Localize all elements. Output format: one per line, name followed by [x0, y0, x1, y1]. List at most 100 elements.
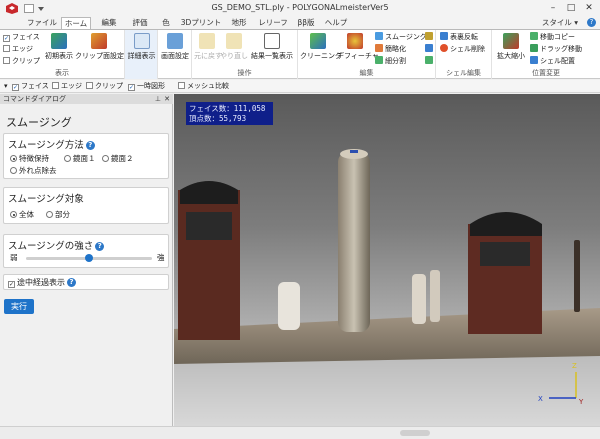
toolbar-clip[interactable]: クリップ	[86, 81, 123, 92]
method-option-feature[interactable]: 特徴保持	[10, 154, 49, 164]
maximize-icon[interactable]: □	[562, 0, 580, 17]
radio-icon[interactable]	[10, 211, 17, 218]
defeature-label: デフィーチャ	[337, 52, 379, 60]
tab-beta[interactable]: ββ版	[295, 17, 317, 29]
minimize-icon[interactable]: –	[544, 0, 562, 17]
target-option-all[interactable]: 全体	[10, 210, 34, 220]
move-copy-button[interactable]: 移動コピー	[530, 32, 575, 42]
edit-tool-1[interactable]	[425, 32, 435, 42]
toolbar-temp-label: 一時図形	[137, 82, 165, 90]
method-title: スムージング方法?	[8, 137, 95, 151]
help-icon[interactable]: ?	[67, 278, 76, 287]
method-option-mirror2[interactable]: 鏡面２	[102, 154, 134, 164]
screen-setting-button[interactable]: 画面設定	[159, 33, 191, 61]
target-section: スムージング対象 全体 部分	[3, 187, 169, 224]
panel-close-icon[interactable]: ✕	[164, 94, 170, 104]
style-menu-label: スタイル	[541, 18, 572, 27]
toolbar-mesh-compare-checkbox[interactable]	[178, 82, 185, 89]
tab-file[interactable]: ファイル	[26, 17, 58, 29]
right-machine-panel	[480, 242, 530, 266]
simplify-button[interactable]: 簡略化	[375, 44, 406, 54]
strength-slider-thumb[interactable]	[85, 254, 93, 262]
tab-edit[interactable]: 編集	[95, 17, 123, 29]
help-icon[interactable]: ?	[85, 141, 95, 150]
face-checkbox[interactable]: ✓	[3, 35, 10, 42]
axis-x-label: X	[538, 395, 543, 403]
axis-y-label: Y	[578, 398, 584, 406]
small-block	[278, 282, 300, 330]
group-display-label: 表示	[55, 69, 69, 77]
method-option-feature-label: 特徴保持	[19, 154, 49, 163]
3d-viewport[interactable]: Z X Y フェイス数：111,058 頂点数：55,793	[174, 94, 600, 426]
style-menu[interactable]: スタイル ▾	[542, 17, 578, 28]
help-icon[interactable]: ?	[95, 242, 105, 251]
target-option-part[interactable]: 部分	[46, 210, 70, 220]
drag-move-button[interactable]: ドラッグ移動	[530, 44, 582, 54]
cleaning-label: クリーニング	[300, 52, 342, 60]
post	[412, 274, 426, 324]
group-edit: クリーニング デフィーチャ スムージング 簡略化 細分割 編集	[298, 30, 436, 79]
redo-button[interactable]: やり直し	[220, 33, 248, 61]
strength-slider[interactable]	[26, 254, 152, 262]
check-face[interactable]: ✓ フェイス	[3, 32, 40, 42]
subdivide-button[interactable]: 細分割	[375, 56, 406, 66]
toolbar-face-checkbox[interactable]: ✓	[12, 84, 19, 91]
progress-display-check[interactable]: ✓ 途中経過表示?	[8, 278, 76, 288]
toolbar-edge[interactable]: エッジ	[52, 81, 82, 92]
screen-setting-label: 画面設定	[161, 52, 189, 60]
defeature-button[interactable]: デフィーチャ	[337, 33, 379, 61]
tab-evaluate[interactable]: 評価	[127, 17, 153, 29]
toolbar-temp[interactable]: ✓ 一時図形	[128, 81, 165, 92]
radio-icon[interactable]	[64, 155, 71, 162]
shell-delete-button[interactable]: シェル削除	[440, 44, 485, 54]
panel-header: コマンドダイアログ ⊥ ✕	[0, 94, 173, 104]
result-list-button[interactable]: 結果一覧表示	[249, 33, 295, 61]
toolbar-edge-checkbox[interactable]	[52, 82, 59, 89]
clip-checkbox[interactable]	[3, 57, 10, 64]
app-window: GS_DEMO_STL.ply - POLYGONALmeisterVer5 –…	[0, 0, 600, 439]
tab-relief[interactable]: レリーフ	[256, 17, 290, 29]
check-clip[interactable]: クリップ	[3, 56, 40, 66]
edit-tool-3[interactable]	[425, 56, 435, 66]
tab-color[interactable]: 色	[158, 17, 174, 29]
method-option-outlier[interactable]: 外れ点除去	[10, 166, 57, 176]
clip-setting-button[interactable]: クリップ面設定	[75, 33, 124, 61]
close-icon[interactable]: ✕	[580, 0, 598, 17]
check-edge[interactable]: エッジ	[3, 44, 33, 54]
toolbar-face[interactable]: ✓ フェイス	[12, 81, 49, 92]
toolbar-mesh-compare[interactable]: メッシュ比較	[178, 81, 229, 92]
detail-view-button[interactable]: 詳細表示	[126, 33, 157, 61]
shell-place-button[interactable]: シェル配置	[530, 56, 575, 66]
pin-icon[interactable]: ⊥	[155, 94, 161, 104]
initial-view-button[interactable]: 初期表示	[44, 33, 74, 61]
scrollbar-thumb[interactable]	[400, 430, 430, 436]
run-button[interactable]: 実行	[4, 299, 34, 314]
toolbar-temp-checkbox[interactable]: ✓	[128, 84, 135, 91]
method-option-mirror1[interactable]: 鏡面１	[64, 154, 96, 164]
radio-icon[interactable]	[46, 211, 53, 218]
group-position-label: 位置変更	[532, 69, 560, 77]
progress-display-checkbox[interactable]: ✓	[8, 281, 15, 288]
toolbar-dropdown-icon[interactable]: ▾	[4, 81, 8, 92]
toolbar-clip-label: クリップ	[95, 82, 123, 90]
drag-move-label: ドラッグ移動	[540, 45, 582, 53]
edge-checkbox[interactable]	[3, 45, 10, 52]
radio-icon[interactable]	[102, 155, 109, 162]
radio-icon[interactable]	[10, 167, 17, 174]
radio-icon[interactable]	[10, 155, 17, 162]
method-section: スムージング方法? 特徴保持 鏡面１ 鏡面２ 外れ点除去	[3, 133, 169, 179]
zoom-button[interactable]: 拡大縮小	[495, 33, 527, 61]
tab-help[interactable]: ヘルプ	[322, 17, 350, 29]
left-machine-top	[180, 181, 238, 204]
redo-arrow-icon	[226, 33, 242, 49]
tab-home[interactable]: ホーム	[61, 17, 91, 29]
smoothing-button[interactable]: スムージング	[375, 32, 427, 42]
tab-3dprint[interactable]: 3Dプリント	[180, 17, 222, 29]
help-icon[interactable]: ?	[587, 18, 596, 27]
undo-button[interactable]: 元に戻す	[194, 33, 222, 61]
reverse-button[interactable]: 表裏反転	[440, 32, 478, 42]
tab-terrain[interactable]: 地形	[226, 17, 252, 29]
edit-tool-2[interactable]	[425, 44, 435, 54]
cleaning-button[interactable]: クリーニング	[300, 33, 342, 61]
toolbar-clip-checkbox[interactable]	[86, 82, 93, 89]
